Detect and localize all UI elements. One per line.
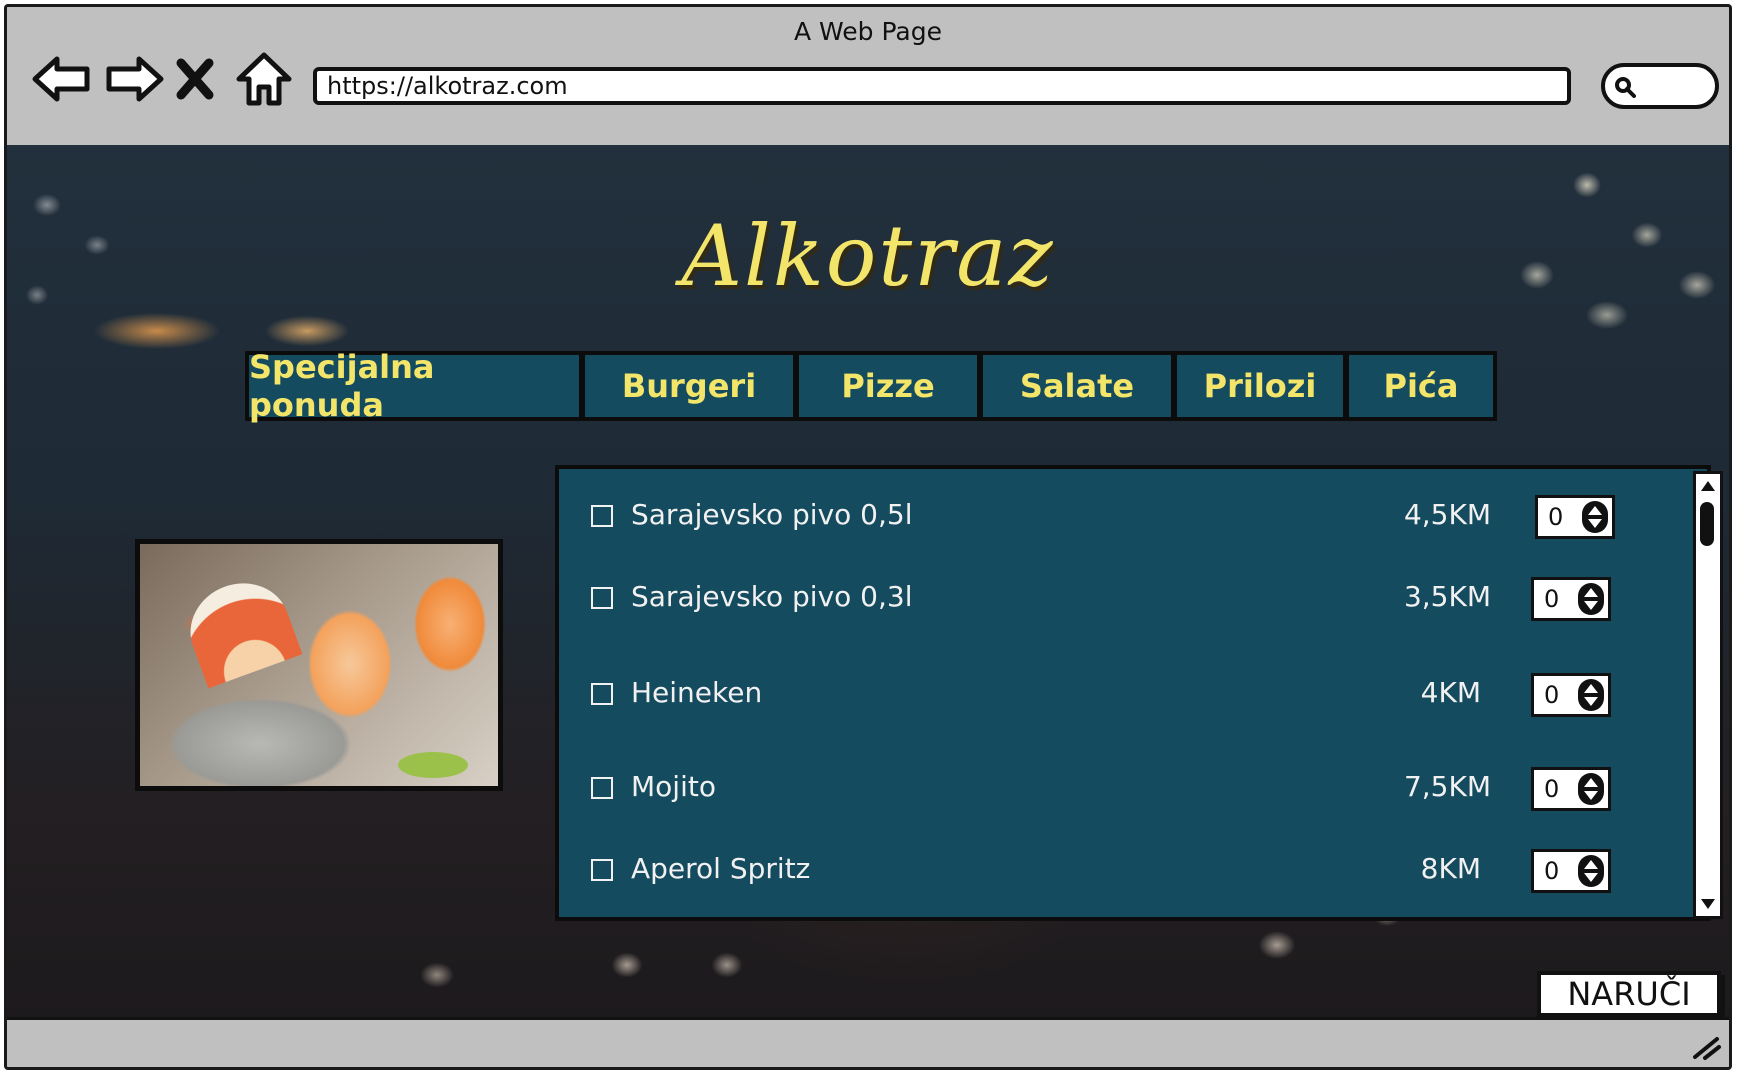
quantity-value: 0 <box>1544 857 1560 885</box>
url-bar[interactable]: https://alkotraz.com <box>313 67 1571 105</box>
menu-list: Sarajevsko pivo 0,5l 4,5KM 0 Sarajevsko … <box>555 465 1711 921</box>
spinner-arrows-icon[interactable] <box>1578 773 1604 805</box>
tab-burgeri[interactable]: Burgeri <box>581 351 797 421</box>
item-price: 8KM <box>1420 852 1481 885</box>
forward-arrow-icon[interactable] <box>103 51 165 107</box>
grapefruit-slice <box>177 569 303 689</box>
item-checkbox[interactable] <box>591 777 613 799</box>
item-checkbox[interactable] <box>591 683 613 705</box>
spinner-arrows-icon[interactable] <box>1578 855 1604 887</box>
item-name: Sarajevsko pivo 0,5l <box>631 498 913 531</box>
brand-logo: Alkotraz <box>681 207 1055 305</box>
spinner-arrows-icon[interactable] <box>1578 583 1604 615</box>
item-price: 7,5KM <box>1403 770 1491 803</box>
menu-item: Aperol Spritz 8KM 0 <box>591 849 1651 895</box>
menu-item: Sarajevsko pivo 0,5l 4,5KM 0 <box>591 495 1651 541</box>
item-name: Heineken <box>631 676 763 709</box>
tab-pica[interactable]: Pića <box>1345 351 1497 421</box>
search-icon <box>1613 75 1637 99</box>
item-checkbox[interactable] <box>591 587 613 609</box>
quantity-value: 0 <box>1544 681 1560 709</box>
item-checkbox[interactable] <box>591 859 613 881</box>
item-price: 4,5KM <box>1403 498 1491 531</box>
scroll-up-arrow-icon[interactable] <box>1699 478 1717 494</box>
quantity-value: 0 <box>1544 585 1560 613</box>
menu-item: Mojito 7,5KM 0 <box>591 767 1651 813</box>
tab-specijalna-ponuda[interactable]: Specijalna ponuda <box>245 348 583 424</box>
spinner-arrows-icon[interactable] <box>1582 501 1608 533</box>
browser-window: A Web Page https://alkotraz.com Alkotraz… <box>4 4 1732 1070</box>
scroll-down-arrow-icon[interactable] <box>1699 896 1717 912</box>
item-price: 3,5KM <box>1403 580 1491 613</box>
menu-item: Heineken 4KM 0 <box>591 673 1651 719</box>
url-text: https://alkotraz.com <box>327 72 568 100</box>
item-name: Mojito <box>631 770 716 803</box>
item-name: Sarajevsko pivo 0,3l <box>631 580 913 613</box>
category-tabs: Specijalna ponuda Burgeri Pizze Salate P… <box>245 348 1497 424</box>
quantity-stepper[interactable]: 0 <box>1531 673 1611 717</box>
quantity-value: 0 <box>1544 775 1560 803</box>
tab-prilozi[interactable]: Prilozi <box>1173 351 1347 421</box>
item-name: Aperol Spritz <box>631 852 811 885</box>
scroll-thumb[interactable] <box>1700 502 1714 546</box>
close-icon[interactable] <box>173 51 217 107</box>
quantity-stepper[interactable]: 0 <box>1531 577 1611 621</box>
menu-item: Sarajevsko pivo 0,3l 3,5KM 0 <box>591 577 1651 623</box>
tab-pizze[interactable]: Pizze <box>795 351 981 421</box>
drink-photo <box>135 539 503 791</box>
quantity-stepper[interactable]: 0 <box>1535 495 1615 539</box>
lime-slice <box>398 752 468 778</box>
window-title: A Web Page <box>793 17 943 46</box>
home-icon[interactable] <box>233 51 295 107</box>
item-checkbox[interactable] <box>591 505 613 527</box>
item-price: 4KM <box>1420 676 1481 709</box>
browser-search[interactable] <box>1601 63 1719 109</box>
status-bar <box>7 1017 1729 1067</box>
tab-salate[interactable]: Salate <box>979 351 1175 421</box>
back-arrow-icon[interactable] <box>31 51 93 107</box>
quantity-stepper[interactable]: 0 <box>1531 849 1611 893</box>
resize-grip-icon[interactable] <box>1689 1033 1723 1061</box>
quantity-stepper[interactable]: 0 <box>1531 767 1611 811</box>
order-button[interactable]: NARUČI <box>1537 971 1721 1017</box>
browser-chrome: A Web Page https://alkotraz.com <box>7 7 1729 145</box>
spinner-arrows-icon[interactable] <box>1578 679 1604 711</box>
menu-scrollbar[interactable] <box>1693 471 1723 919</box>
quantity-value: 0 <box>1548 503 1564 531</box>
